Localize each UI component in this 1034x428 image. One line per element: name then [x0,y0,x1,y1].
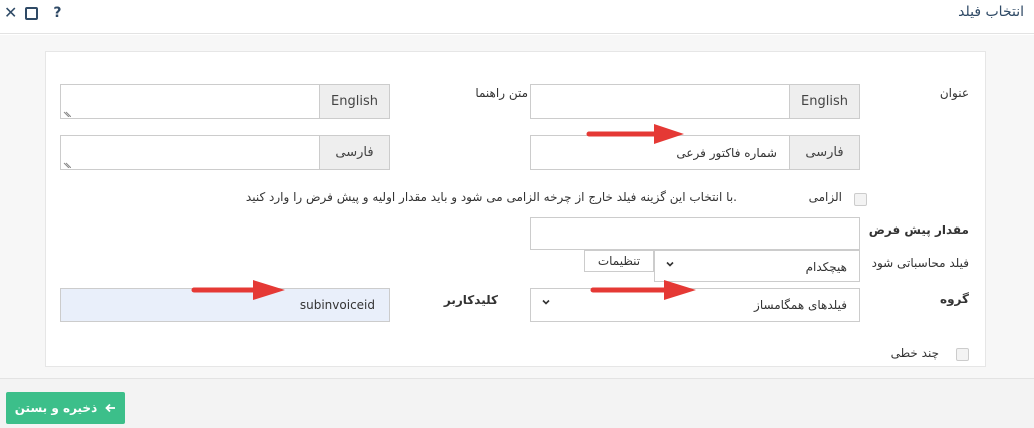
title-farsi-field[interactable]: فارسی شماره فاکتور فرعی [530,135,860,170]
chevron-down-icon [542,299,550,305]
settings-button[interactable]: تنظیمات [584,250,654,272]
title-farsi-value: شماره فاکتور فرعی [676,146,777,160]
hint-farsi-addon: فارسی [319,136,389,169]
resize-grip-icon[interactable] [63,109,71,117]
keyword-field[interactable]: subinvoiceid [60,288,390,322]
footer-bar: ذخیره و بستن [0,378,1034,428]
title-farsi-addon: فارسی [789,136,859,169]
required-checkbox[interactable] [854,193,867,206]
group-select[interactable]: فیلدهای همگامساز [530,288,860,322]
default-value-label: مقدار پیش فرض [868,223,969,237]
main-area: عنوان English فارسی شماره فاکتور فرعی مت… [0,35,1034,378]
group-value: فیلدهای همگامساز [754,298,847,312]
save-label: ذخیره و بستن [14,401,98,415]
arrow-left-icon [105,403,116,413]
help-icon[interactable]: ? [53,5,61,21]
multiline-checkbox[interactable] [956,348,969,361]
title-bar: ✕ ? انتخاب فیلد [0,0,1034,34]
chevron-down-icon [666,261,674,267]
resize-grip-icon[interactable] [63,160,71,168]
form-panel: عنوان English فارسی شماره فاکتور فرعی مت… [45,51,986,367]
window-title: انتخاب فیلد [958,4,1024,20]
hint-label: متن راهنما [475,86,528,100]
maximize-icon[interactable] [25,6,39,20]
multiline-label: چند خطی [890,346,939,360]
required-hint-text: با انتخاب این گزینه فیلد خارج از چرخه ال… [245,190,737,204]
title-english-field[interactable]: English [530,84,860,119]
title-label: عنوان [939,86,969,100]
hint-farsi-textarea[interactable]: فارسی [60,135,390,170]
window-controls: ✕ ? [4,4,62,22]
hint-english-textarea[interactable]: English [60,84,390,119]
keyword-value: subinvoiceid [299,298,375,312]
keyword-label: کلیدکاربر [443,293,498,307]
hint-english-addon: English [319,85,389,118]
required-label: الزامی [808,190,842,204]
calc-field-value: هیچکدام [805,260,847,274]
close-icon[interactable]: ✕ [4,4,17,22]
title-english-addon: English [789,85,859,118]
save-and-close-button[interactable]: ذخیره و بستن [6,392,125,424]
group-label: گروه [940,292,969,306]
default-value-input[interactable] [530,217,860,250]
calc-field-select[interactable]: هیچکدام [654,250,860,282]
calc-field-label: فیلد محاسباتی شود [871,256,969,270]
